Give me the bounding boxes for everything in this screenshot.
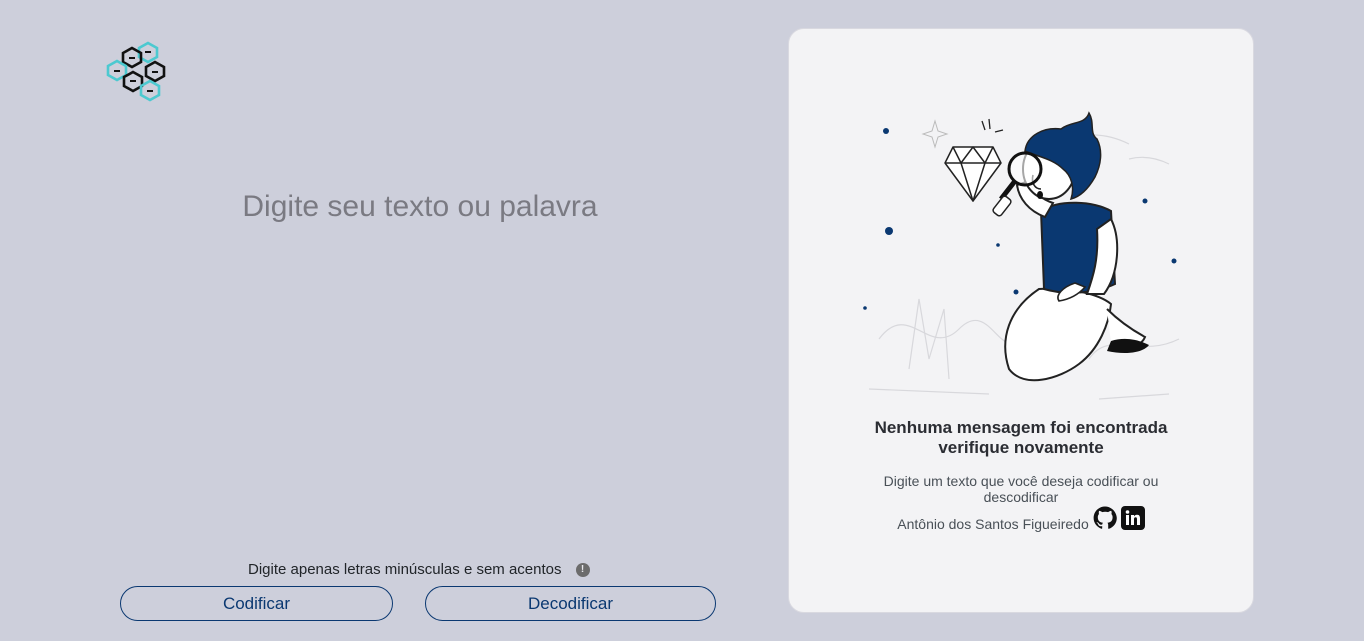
decode-button[interactable]: Decodificar: [425, 586, 716, 621]
message-input[interactable]: [130, 190, 710, 530]
encode-button[interactable]: Codificar: [120, 586, 393, 621]
input-hint: Digite apenas letras minúsculas e sem ac…: [248, 561, 590, 578]
hexagon-logo-icon: [106, 41, 166, 102]
output-card: Nenhuma mensagem foi encontrada verifiqu…: [788, 28, 1254, 613]
author-line: Antônio dos Santos Figueiredo: [789, 504, 1253, 532]
author-name: Antônio dos Santos Figueiredo: [897, 516, 1089, 532]
hint-text: Digite apenas letras minúsculas e sem ac…: [248, 561, 562, 578]
no-message-title: Nenhuma mensagem foi encontrada verifiqu…: [874, 418, 1168, 457]
searching-person-illustration: [863, 111, 1180, 400]
exclamation-icon: !: [575, 562, 590, 577]
github-icon[interactable]: [1093, 506, 1117, 530]
instruction-text: Digite um texto que você deseja codifica…: [883, 473, 1159, 505]
linkedin-icon[interactable]: [1120, 506, 1145, 530]
